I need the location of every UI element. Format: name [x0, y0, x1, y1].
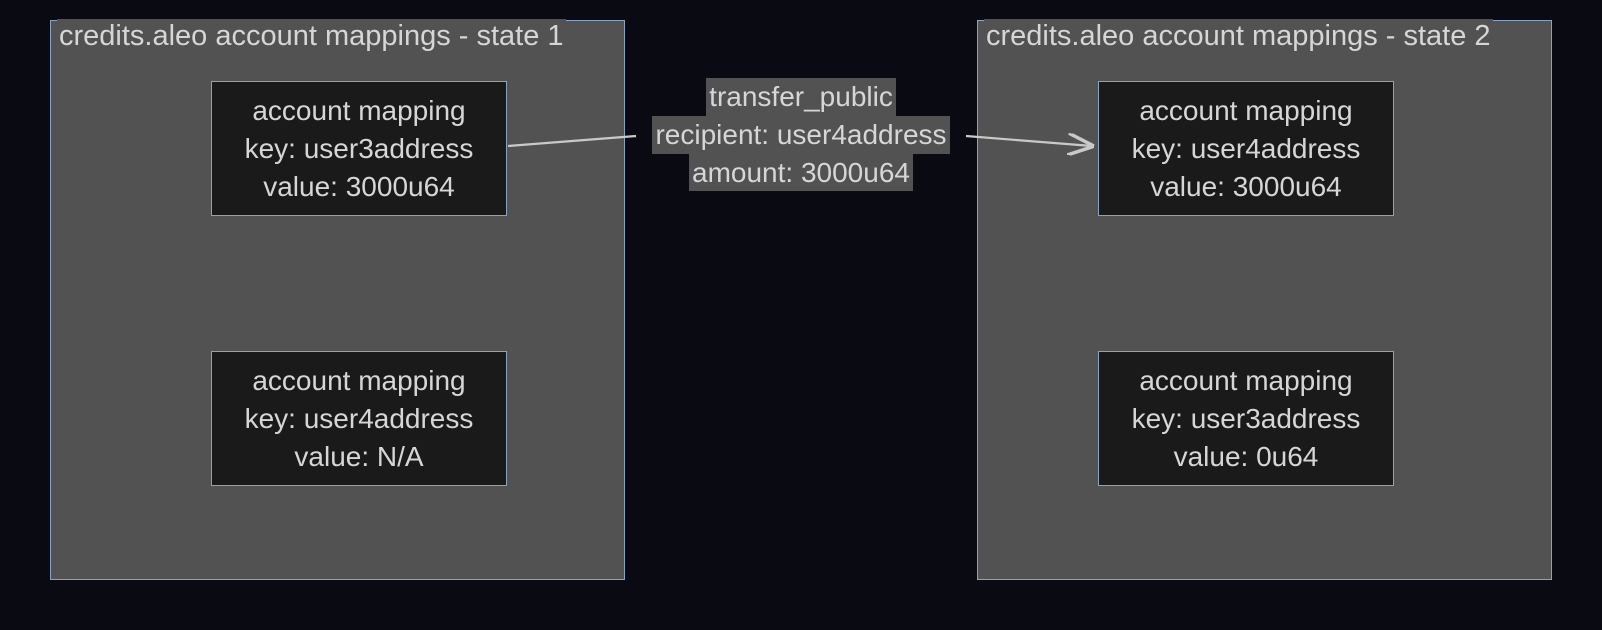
mapping-value: value: 3000u64 — [1117, 168, 1375, 206]
mapping-key: key: user4address — [1117, 130, 1375, 168]
mapping-key: key: user3address — [230, 130, 488, 168]
state-1-panel: credits.aleo account mappings - state 1 … — [50, 20, 625, 580]
mapping-key: key: user4address — [230, 400, 488, 438]
edge-line1: transfer_public — [706, 78, 896, 116]
transfer-edge-label: transfer_public recipient: user4address … — [636, 78, 966, 191]
state1-mapping-top: account mapping key: user3address value:… — [211, 81, 507, 216]
edge-line3: amount: 3000u64 — [689, 154, 913, 192]
state-2-panel: credits.aleo account mappings - state 2 … — [977, 20, 1552, 580]
mapping-value: value: 0u64 — [1117, 438, 1375, 476]
mapping-label: account mapping — [1117, 92, 1375, 130]
mapping-label: account mapping — [230, 92, 488, 130]
mapping-label: account mapping — [230, 362, 488, 400]
mapping-key: key: user3address — [1117, 400, 1375, 438]
mapping-value: value: N/A — [230, 438, 488, 476]
state1-mapping-bottom: account mapping key: user4address value:… — [211, 351, 507, 486]
state-2-title: credits.aleo account mappings - state 2 — [984, 19, 1493, 54]
state2-mapping-top: account mapping key: user4address value:… — [1098, 81, 1394, 216]
mapping-value: value: 3000u64 — [230, 168, 488, 206]
state-1-title: credits.aleo account mappings - state 1 — [57, 19, 566, 54]
state2-mapping-bottom: account mapping key: user3address value:… — [1098, 351, 1394, 486]
mapping-label: account mapping — [1117, 362, 1375, 400]
edge-line2: recipient: user4address — [652, 116, 949, 154]
